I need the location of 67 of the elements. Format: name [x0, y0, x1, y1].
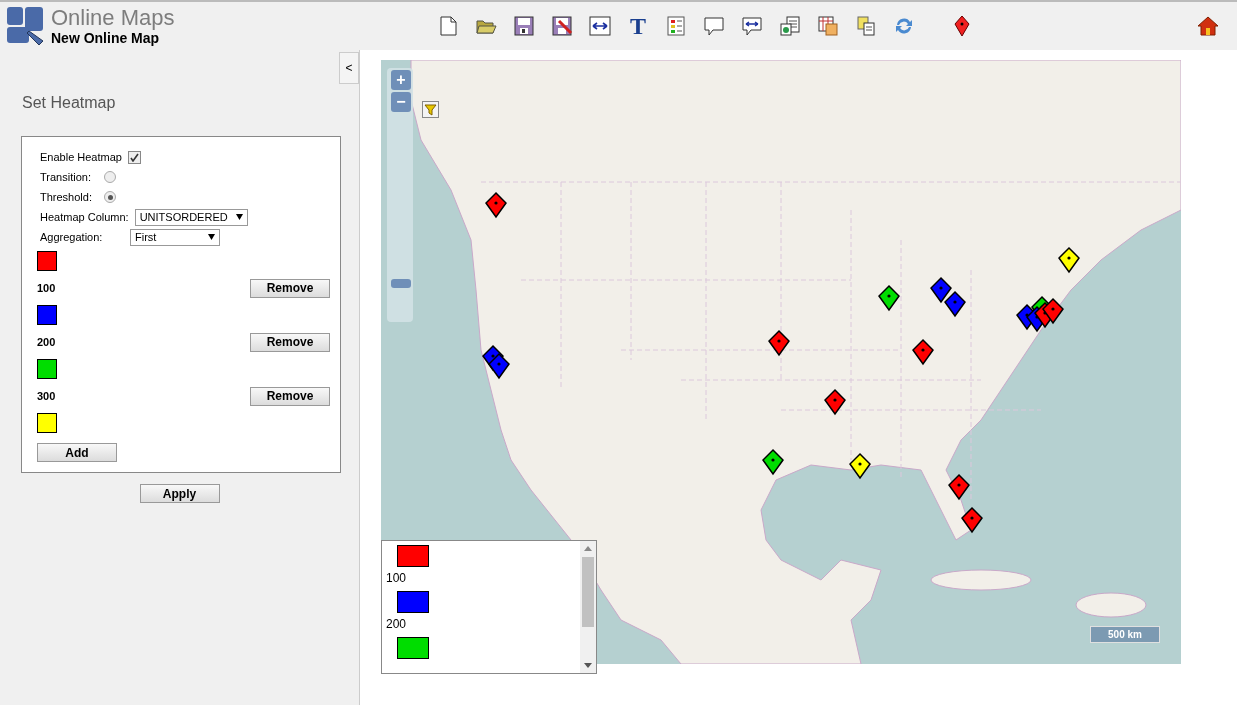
color-swatch[interactable] [37, 359, 57, 379]
map-marker[interactable] [849, 452, 871, 480]
remove-button[interactable]: Remove [250, 386, 330, 406]
dropdown-caret-icon [208, 234, 215, 240]
map-marker[interactable] [930, 276, 952, 304]
threshold-value: 200 [37, 336, 56, 348]
legend-value: 100 [386, 571, 408, 585]
toolbar-button[interactable] [589, 15, 611, 37]
table-picture-icon [817, 15, 839, 37]
aggregation-dropdown[interactable]: First [130, 228, 220, 246]
legend-value: 200 [386, 617, 408, 631]
zoom-slider-handle[interactable] [391, 279, 411, 288]
enable-heatmap-label: Enable Heatmap [40, 151, 122, 163]
collapse-panel-button[interactable]: < [339, 52, 359, 84]
toolbar-button[interactable] [1197, 15, 1219, 37]
filter-icon[interactable] [422, 101, 439, 118]
speech-bubble-arrows-icon [741, 15, 763, 37]
color-swatch[interactable] [37, 305, 57, 325]
map-marker[interactable] [485, 191, 507, 219]
text-tool-button[interactable]: T [627, 15, 649, 37]
map-marker[interactable] [1042, 297, 1064, 325]
toolbar-button[interactable] [551, 15, 573, 37]
map-marker[interactable] [948, 473, 970, 501]
scroll-up-icon[interactable] [584, 545, 592, 551]
color-swatch[interactable] [37, 413, 57, 433]
heatmap-column-label: Heatmap Column: [40, 211, 129, 223]
scale-bar: 500 km [1090, 626, 1160, 643]
aggregation-label: Aggregation: [40, 231, 104, 243]
map-marker[interactable] [488, 352, 510, 380]
threshold-value: 300 [37, 390, 56, 402]
mode-radio[interactable] [104, 191, 116, 203]
apply-button[interactable]: Apply [139, 484, 220, 503]
documents-globe-icon [779, 15, 801, 37]
app-title: Online Maps [51, 6, 175, 30]
speech-bubble-icon [703, 15, 725, 37]
blank-page-icon [437, 15, 459, 37]
mode-radio[interactable] [104, 171, 116, 183]
map-marker[interactable] [944, 290, 966, 318]
floppy-pencil-icon [551, 15, 573, 37]
remove-button[interactable]: Remove [250, 278, 330, 298]
toolbar-button[interactable] [779, 15, 801, 37]
add-button[interactable]: Add [37, 443, 117, 462]
color-list-icon [665, 15, 687, 37]
mode-label: Transition: [40, 171, 92, 183]
toolbar-button[interactable] [513, 15, 535, 37]
map-marker[interactable] [768, 329, 790, 357]
toolbar-button[interactable] [741, 15, 763, 37]
threshold-value: 100 [37, 282, 56, 294]
map-marker[interactable] [762, 448, 784, 476]
toolbar-button[interactable] [437, 15, 459, 37]
map-marker[interactable] [878, 284, 900, 312]
enable-heatmap-checkbox[interactable] [127, 150, 141, 164]
home-icon [1197, 15, 1219, 37]
map-marker[interactable] [1058, 246, 1080, 274]
document-title: New Online Map [51, 30, 161, 46]
map-marker[interactable] [912, 338, 934, 366]
remove-button[interactable]: Remove [250, 332, 330, 352]
heatmap-column-dropdown[interactable]: UNITSORDERED [134, 208, 248, 226]
scrollbar-thumb[interactable] [582, 557, 594, 627]
panel-title: Set Heatmap [22, 94, 117, 112]
horizontal-arrows-icon [589, 15, 611, 37]
stacked-documents-icon [855, 15, 877, 37]
mode-label: Threshold: [40, 191, 93, 203]
map-marker[interactable] [824, 388, 846, 416]
dropdown-caret-icon [235, 214, 243, 220]
map-marker[interactable] [961, 506, 983, 534]
color-swatch[interactable] [37, 251, 57, 271]
